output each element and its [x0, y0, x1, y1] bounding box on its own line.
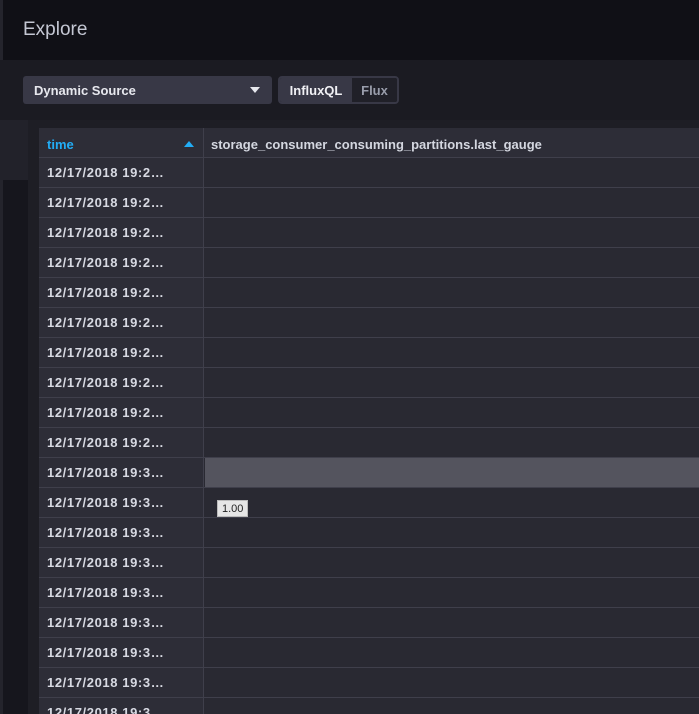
time-cell: 12/17/2018 19:3…	[39, 698, 204, 714]
time-cell: 12/17/2018 19:3…	[39, 578, 204, 607]
time-cell: 12/17/2018 19:3…	[39, 458, 204, 487]
time-cell: 12/17/2018 19:2…	[39, 248, 204, 277]
value-cell[interactable]	[205, 338, 699, 367]
value-cell[interactable]	[205, 308, 699, 337]
table-row: 12/17/2018 19:2…	[39, 218, 699, 248]
page-header: Explore	[3, 0, 699, 60]
table-row: 12/17/2018 19:3…	[39, 518, 699, 548]
time-cell: 12/17/2018 19:2…	[39, 218, 204, 247]
time-cell: 12/17/2018 19:2…	[39, 338, 204, 367]
value-cell[interactable]	[205, 698, 699, 714]
time-cell: 12/17/2018 19:3…	[39, 638, 204, 667]
value-cell[interactable]	[205, 578, 699, 607]
results-table: time storage_consumer_consuming_partitio…	[39, 128, 699, 714]
table-row: 12/17/2018 19:2…	[39, 308, 699, 338]
table-row: 12/17/2018 19:2…	[39, 368, 699, 398]
value-cell[interactable]	[205, 488, 699, 517]
value-cell[interactable]	[205, 548, 699, 577]
time-cell: 12/17/2018 19:3…	[39, 668, 204, 697]
explore-page: Explore Dynamic Source InfluxQL Flux tim…	[0, 0, 699, 714]
value-cell[interactable]	[205, 518, 699, 547]
source-dropdown[interactable]: Dynamic Source	[23, 76, 272, 104]
value-cell[interactable]	[205, 368, 699, 397]
value-cell[interactable]	[205, 248, 699, 277]
column-header-metric[interactable]: storage_consumer_consuming_partitions.la…	[205, 128, 699, 158]
time-cell: 12/17/2018 19:2…	[39, 308, 204, 337]
table-row: 12/17/2018 19:3…	[39, 698, 699, 714]
table-row: 12/17/2018 19:2…	[39, 158, 699, 188]
table-row: 12/17/2018 19:3…	[39, 488, 699, 518]
value-cell[interactable]	[205, 668, 699, 697]
source-dropdown-label: Dynamic Source	[34, 82, 136, 98]
column-header-time[interactable]: time	[39, 128, 204, 158]
table-row: 12/17/2018 19:2…	[39, 428, 699, 458]
time-cell: 12/17/2018 19:2…	[39, 278, 204, 307]
time-cell: 12/17/2018 19:2…	[39, 188, 204, 217]
value-cell[interactable]	[205, 158, 699, 187]
table-row: 12/17/2018 19:2…	[39, 398, 699, 428]
time-cell: 12/17/2018 19:2…	[39, 428, 204, 457]
time-cell: 12/17/2018 19:3…	[39, 608, 204, 637]
table-row: 12/17/2018 19:2…	[39, 248, 699, 278]
value-cell[interactable]	[205, 218, 699, 247]
time-cell: 12/17/2018 19:2…	[39, 398, 204, 427]
table-row: 12/17/2018 19:2…	[39, 338, 699, 368]
value-cell[interactable]	[205, 278, 699, 307]
value-cell[interactable]	[205, 638, 699, 667]
table-row: 12/17/2018 19:2…	[39, 188, 699, 218]
value-cell[interactable]	[205, 398, 699, 427]
flux-toggle-button[interactable]: Flux	[352, 78, 397, 102]
value-cell[interactable]	[205, 428, 699, 457]
table-row: 12/17/2018 19:3…	[39, 578, 699, 608]
value-tooltip: 1.00	[217, 500, 249, 517]
value-cell[interactable]	[205, 458, 699, 487]
table-row: 12/17/2018 19:3…	[39, 668, 699, 698]
table-row: 12/17/2018 19:2…	[39, 278, 699, 308]
table-row: 12/17/2018 19:3…	[39, 638, 699, 668]
value-cell[interactable]	[205, 608, 699, 637]
sort-ascending-icon[interactable]	[184, 141, 194, 147]
time-cell: 12/17/2018 19:3…	[39, 518, 204, 547]
value-cell[interactable]	[205, 188, 699, 217]
time-cell: 12/17/2018 19:3…	[39, 548, 204, 577]
table-row: 12/17/2018 19:3…	[39, 548, 699, 578]
influxql-toggle-button[interactable]: InfluxQL	[280, 78, 352, 102]
table-header-row: time storage_consumer_consuming_partitio…	[39, 128, 699, 158]
table-row: 12/17/2018 19:3…	[39, 458, 699, 488]
time-cell: 12/17/2018 19:2…	[39, 368, 204, 397]
chevron-down-icon	[250, 87, 260, 93]
page-title: Explore	[23, 19, 88, 40]
time-cell: 12/17/2018 19:3…	[39, 488, 204, 517]
time-cell: 12/17/2018 19:2…	[39, 158, 204, 187]
table-row: 12/17/2018 19:3…	[39, 608, 699, 638]
query-language-toggle: InfluxQL Flux	[278, 76, 399, 104]
column-header-time-label: time	[47, 137, 74, 152]
panel-divider	[0, 120, 28, 180]
